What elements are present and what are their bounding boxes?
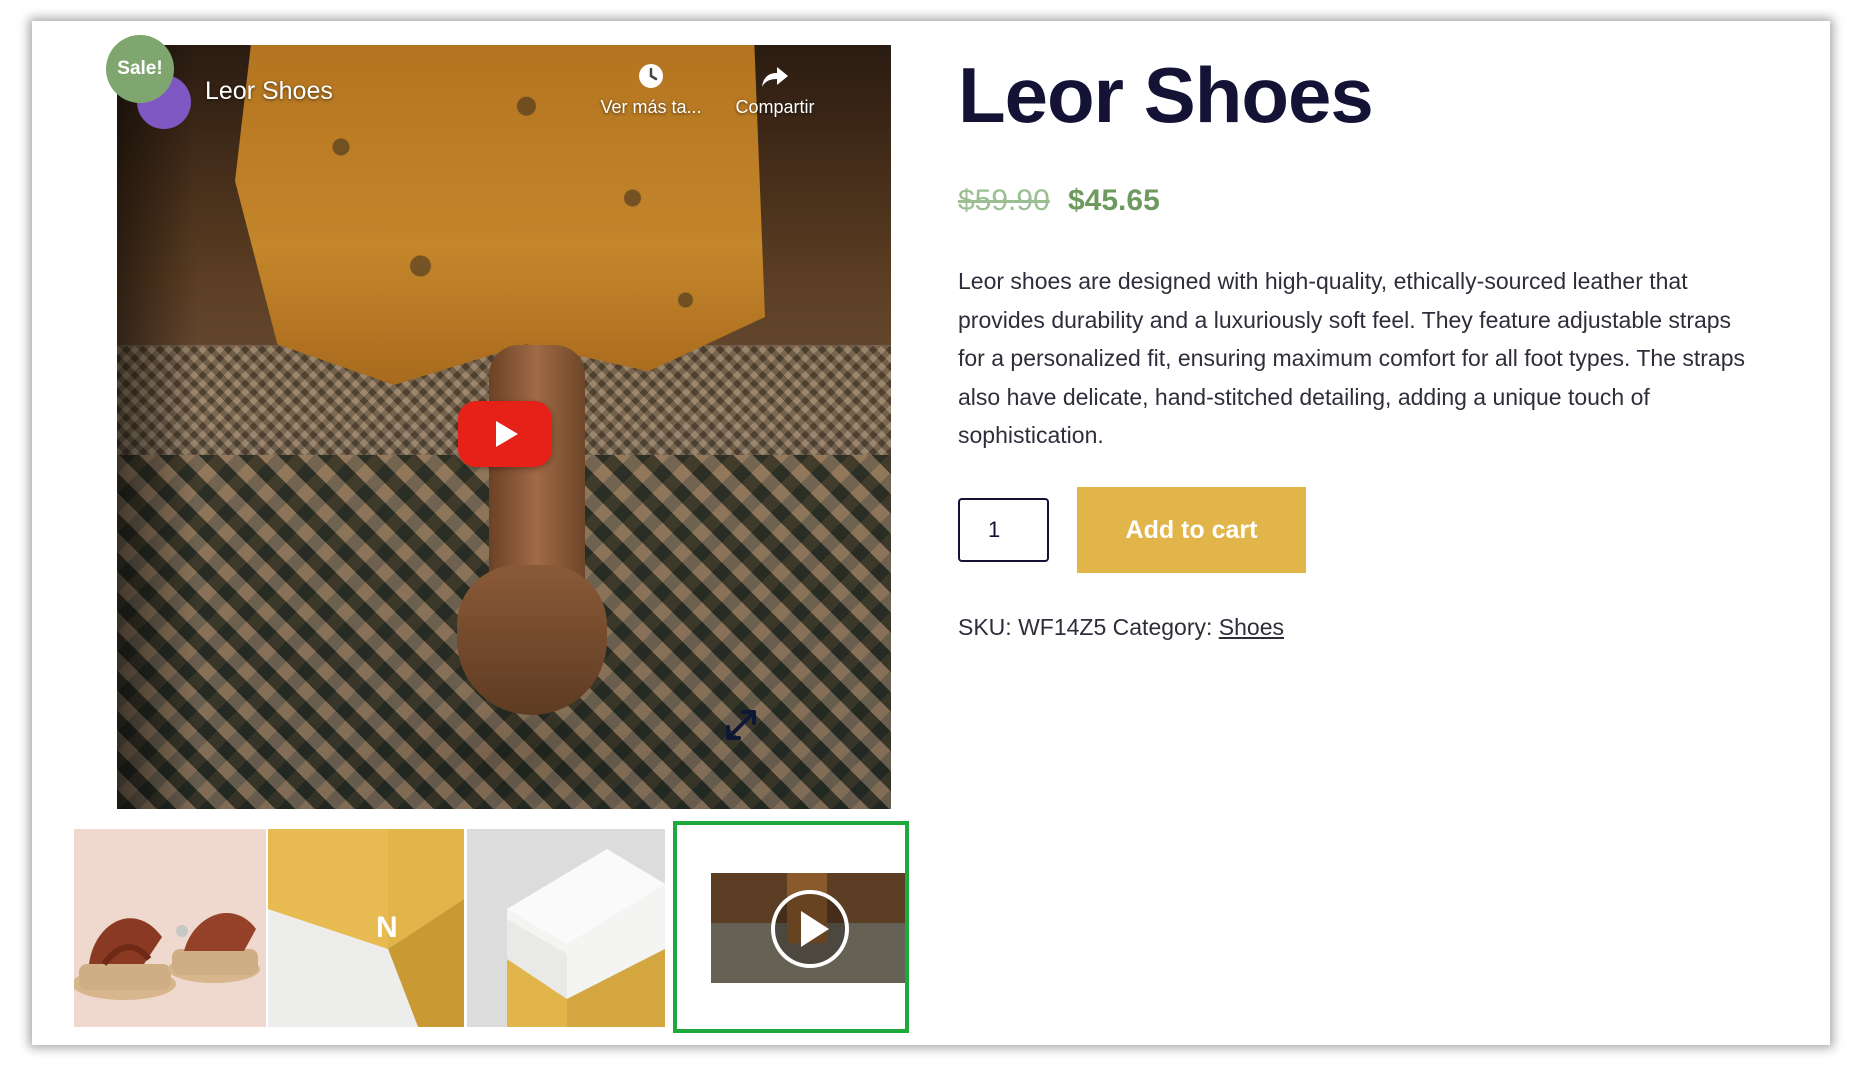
svg-text:N: N xyxy=(376,911,398,944)
thumbnail-sandals[interactable] xyxy=(74,829,266,1027)
clock-icon xyxy=(639,64,663,88)
original-price: $59.90 xyxy=(958,184,1050,217)
watch-later-button[interactable]: Ver más ta... xyxy=(591,61,711,118)
sandals-image xyxy=(74,829,266,1027)
watch-later-label: Ver más ta... xyxy=(600,97,702,117)
white-box-image xyxy=(467,829,665,1027)
video-thumbnail-image xyxy=(711,873,905,983)
quantity-input[interactable] xyxy=(958,498,1049,562)
yellow-box-image: N xyxy=(268,829,464,1027)
category-link[interactable]: Shoes xyxy=(1219,614,1284,640)
product-video[interactable]: Leor Shoes Ver más ta... Compartir xyxy=(117,45,891,809)
video-title[interactable]: Leor Shoes xyxy=(205,77,333,106)
sale-price: $45.65 xyxy=(1068,184,1160,217)
thumbnail-video-selected[interactable] xyxy=(673,821,909,1033)
thumbnail-white-box[interactable] xyxy=(467,829,665,1027)
product-meta: SKU: WF14Z5 Category: Shoes xyxy=(958,614,1284,641)
product-title: Leor Shoes xyxy=(958,51,1374,139)
expand-icon[interactable] xyxy=(724,708,758,742)
share-arrow-icon xyxy=(762,67,788,87)
sku-value: WF14Z5 xyxy=(1018,614,1107,640)
product-description: Leor shoes are designed with high-qualit… xyxy=(958,268,1746,448)
share-label: Compartir xyxy=(735,97,815,117)
sale-badge: Sale! xyxy=(106,35,174,103)
youtube-play-button[interactable] xyxy=(458,401,552,467)
thumbnail-yellow-box[interactable]: N xyxy=(268,829,464,1027)
category-label: Category: xyxy=(1112,614,1213,640)
add-to-cart-button[interactable]: Add to cart xyxy=(1077,487,1306,573)
sku-label: SKU: xyxy=(958,614,1012,640)
share-button[interactable]: Compartir xyxy=(715,61,835,118)
